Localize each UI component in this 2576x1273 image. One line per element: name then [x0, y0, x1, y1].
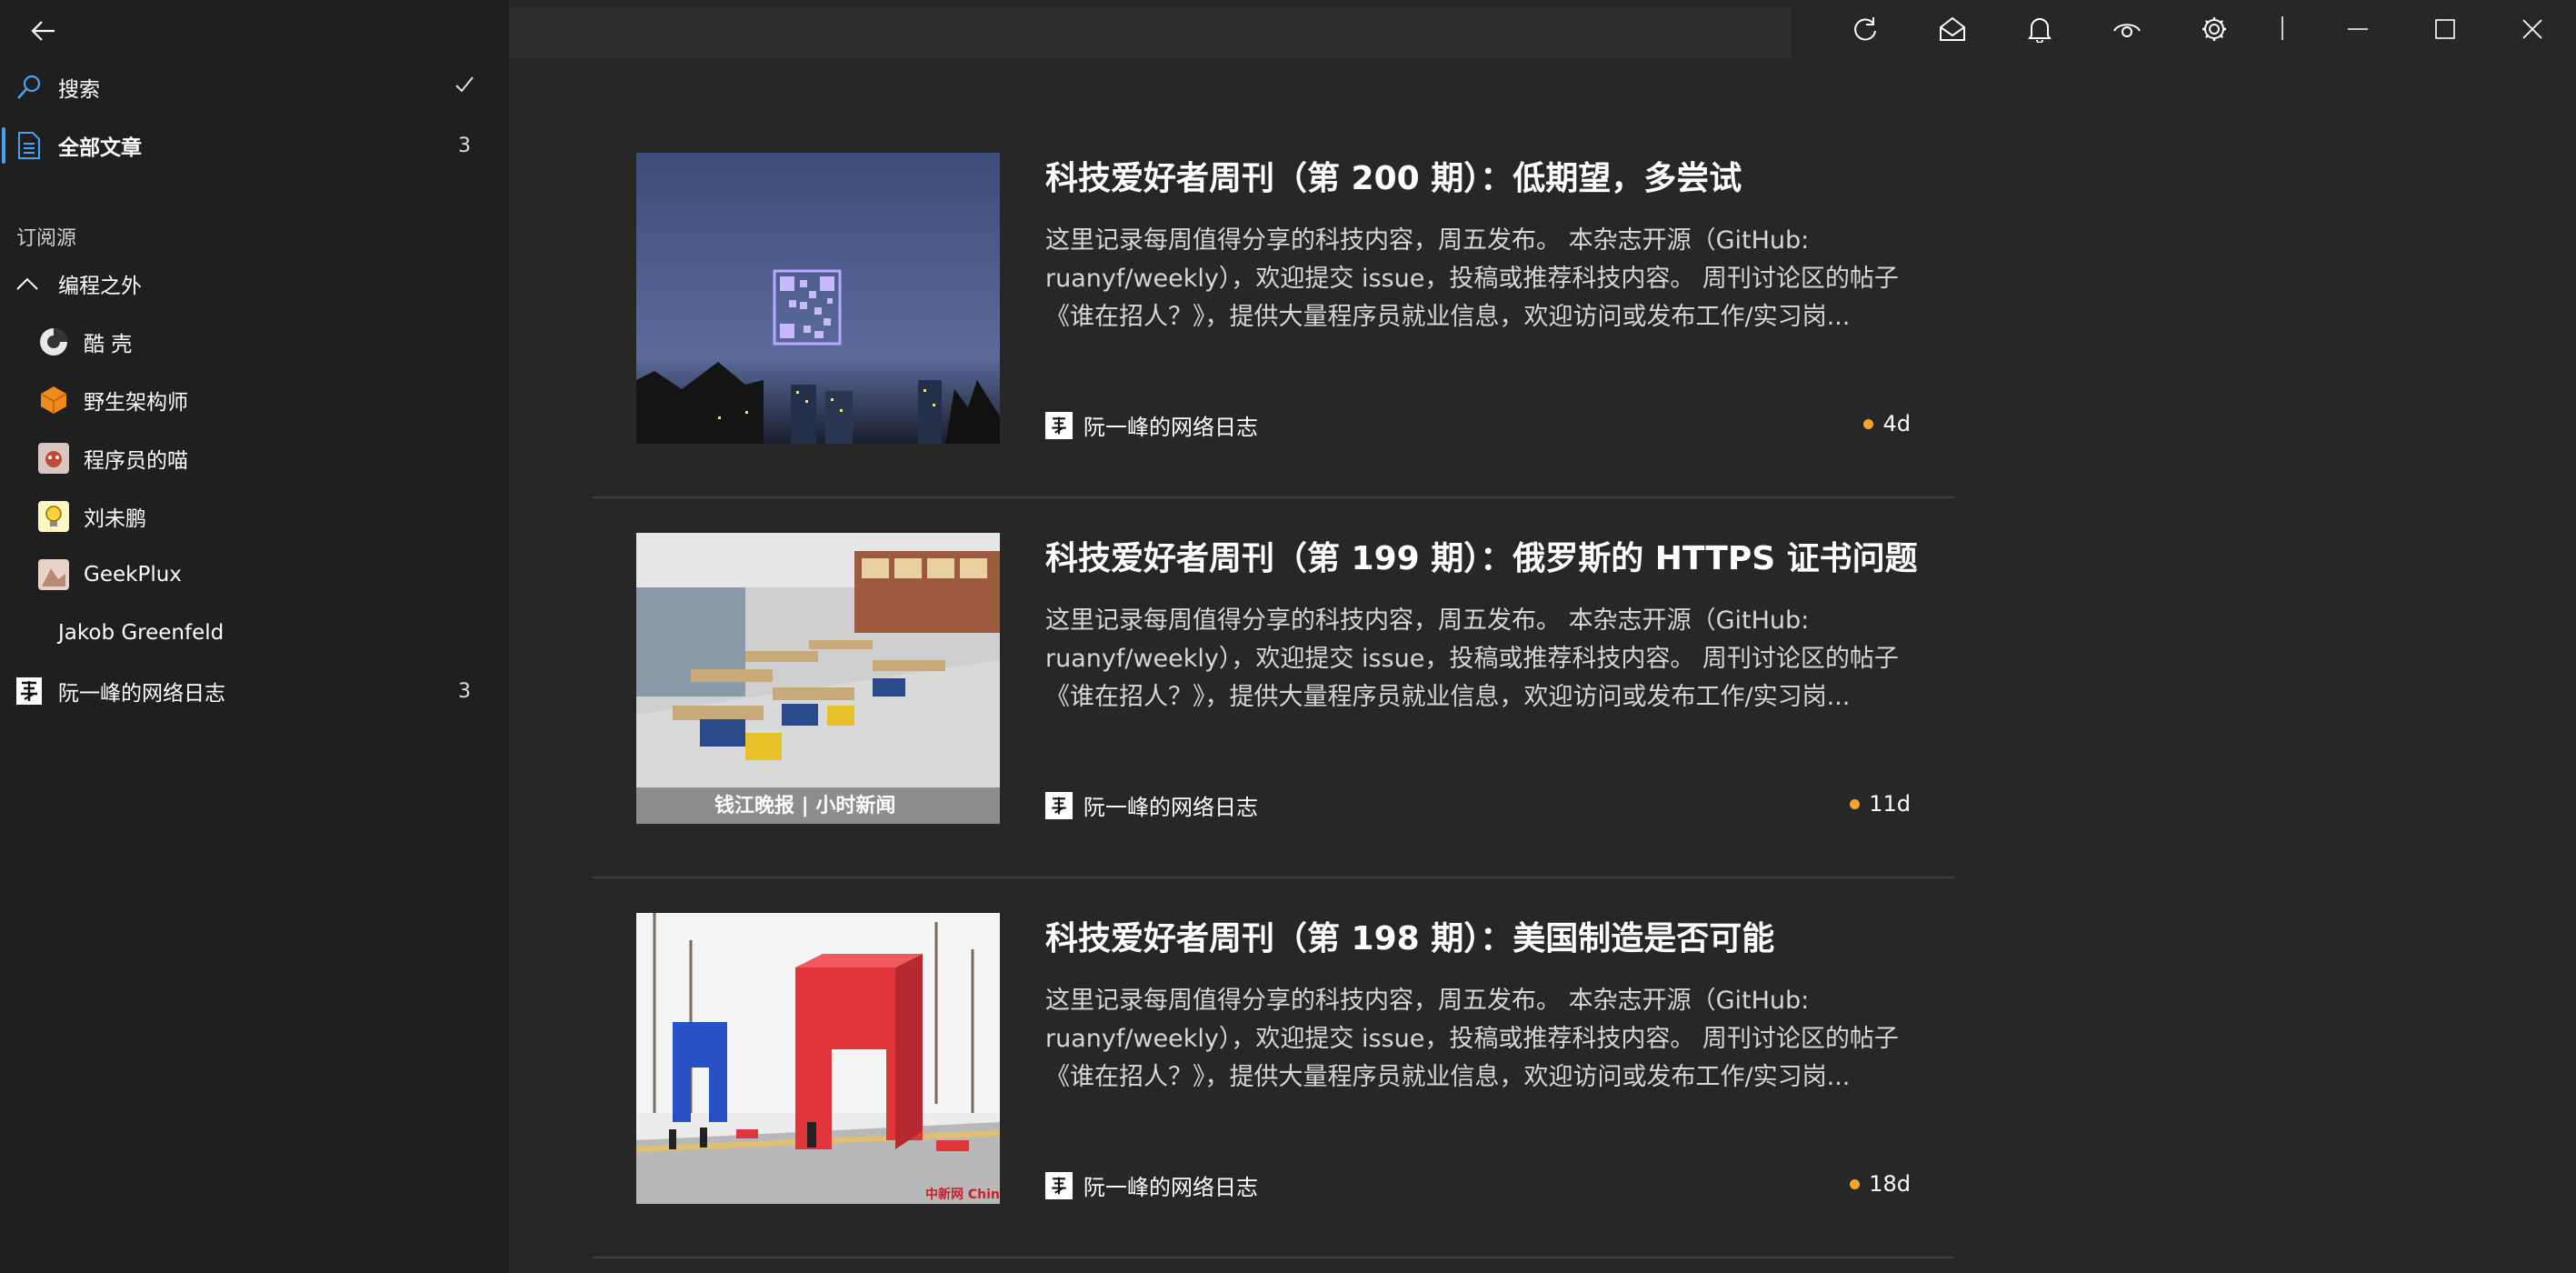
back-arrow-icon: [31, 21, 55, 41]
subscriptions-header: 订阅源: [16, 227, 77, 250]
all-articles-count: 3: [458, 134, 471, 157]
sidebar-item-ruanyf[interactable]: 阮一峰的网络日志 3: [0, 666, 509, 717]
bell-icon: [2028, 18, 2052, 43]
unread-dot-icon: [1850, 1178, 1861, 1189]
article-title[interactable]: 科技爱好者周刊（第 198 期）：美国制造是否可能: [1045, 915, 1954, 964]
maximize-button[interactable]: [2420, 7, 2471, 51]
article-title[interactable]: 科技爱好者周刊（第 200 期）：低期望，多尝试: [1045, 155, 1954, 204]
refresh-icon: [1854, 17, 1876, 41]
checkmark-icon: [454, 75, 474, 100]
article-source[interactable]: 阮一峰的网络日志: [1045, 409, 1258, 441]
search-input[interactable]: [509, 7, 1791, 58]
article-summary: 这里记录每周值得分享的科技内容，周五发布。 本杂志开源（GitHub: ruan…: [1045, 602, 1918, 717]
search-nav-item[interactable]: 搜索: [0, 62, 509, 113]
article-list: 科技爱好者周刊（第 200 期）：低期望，多尝试 这里记录每周值得分享的科技内容…: [593, 118, 1954, 1258]
article-time: 4d: [1882, 411, 1911, 436]
source-name: 阮一峰的网络日志: [1083, 1175, 1258, 1200]
sidebar-item-wild-architect[interactable]: 野生架构师: [0, 375, 509, 426]
article-title[interactable]: 科技爱好者周刊（第 199 期）：俄罗斯的 HTTPS 证书问题: [1045, 535, 1954, 584]
source-name: 阮一峰的网络日志: [1083, 415, 1258, 440]
all-articles-nav-item[interactable]: 全部文章 3: [0, 120, 509, 171]
article-time: 11d: [1869, 791, 1911, 817]
article-thumbnail: 钱江晚报 | 小时新闻: [636, 533, 1000, 824]
ruanyf-logo-icon: [15, 677, 44, 706]
notifications-button[interactable]: [2014, 7, 2065, 51]
feed-label: GeekPlux: [84, 563, 182, 586]
summary-line: 《谁在招人？》，提供大量程序员就业信息，欢迎访问或发布工作/实习岗...: [1045, 683, 1851, 711]
article-summary: 这里记录每周值得分享的科技内容，周五发布。 本杂志开源（GitHub: ruan…: [1045, 222, 1918, 336]
search-icon: [15, 73, 44, 102]
geekplux-avatar-icon: [38, 559, 69, 590]
mail-open-icon: [1940, 16, 1965, 41]
folder-label: 编程之外: [58, 275, 142, 298]
summary-line: ruanyf/weekly），欢迎提交 issue，投稿或推荐科技内容。 周刊讨…: [1045, 645, 1899, 673]
ruanyf-logo-icon: [1045, 1171, 1073, 1199]
source-name: 阮一峰的网络日志: [1083, 795, 1258, 820]
unread-dot-icon: [1850, 798, 1861, 809]
toolbar-divider: [2281, 16, 2283, 40]
article-card[interactable]: 科技爱好者周刊（第 200 期）：低期望，多尝试 这里记录每周值得分享的科技内容…: [593, 118, 1954, 498]
minimize-icon: [2348, 28, 2368, 30]
view-toggle-button[interactable]: [2102, 7, 2152, 51]
sidebar-item-liu-weipeng[interactable]: 刘未鹏: [0, 491, 509, 542]
sidebar: 搜索 全部文章 3 订阅源 编程之外 酷 壳 野生架构师 程序员的喵 刘未鹏 G…: [0, 0, 509, 1273]
thumb-caption: 钱江晚报 | 小时新闻: [714, 794, 895, 817]
title-bar: [509, 0, 2576, 58]
article-summary: 这里记录每周值得分享的科技内容，周五发布。 本杂志开源（GitHub: ruan…: [1045, 982, 1918, 1097]
feed-label: Jakob Greenfeld: [58, 621, 225, 645]
back-button[interactable]: [25, 13, 62, 49]
summary-line: 《谁在招人？》，提供大量程序员就业信息，欢迎访问或发布工作/实习岗...: [1045, 303, 1851, 331]
maximize-icon: [2435, 19, 2455, 39]
lightbulb-icon: [38, 501, 69, 532]
chevron-up-icon[interactable]: [15, 271, 40, 296]
article-source[interactable]: 阮一峰的网络日志: [1045, 789, 1258, 821]
cat-avatar-icon: [38, 443, 69, 474]
thumb-caption: 中新网 Chinanews: [925, 1187, 1000, 1202]
ruanyf-logo-icon: [1045, 791, 1073, 819]
refresh-button[interactable]: [1840, 7, 1891, 51]
summary-line: ruanyf/weekly），欢迎提交 issue，投稿或推荐科技内容。 周刊讨…: [1045, 265, 1899, 293]
summary-line: 这里记录每周值得分享的科技内容，周五发布。 本杂志开源（GitHub:: [1045, 226, 1810, 255]
ruanyf-logo-icon: [1045, 411, 1073, 439]
sidebar-item-geekplux[interactable]: GeekPlux: [0, 549, 509, 600]
article-meta: 11d: [1850, 791, 1911, 817]
all-articles-label: 全部文章: [58, 136, 142, 160]
sidebar-item-programmer-cat[interactable]: 程序员的喵: [0, 433, 509, 484]
settings-button[interactable]: [2189, 7, 2240, 51]
gear-icon: [2202, 17, 2226, 41]
coolshell-icon: [38, 326, 69, 357]
article-meta: 18d: [1850, 1171, 1911, 1197]
ruanyf-label: 阮一峰的网络日志: [58, 682, 225, 706]
close-button[interactable]: [2507, 7, 2558, 51]
summary-line: 这里记录每周值得分享的科技内容，周五发布。 本杂志开源（GitHub:: [1045, 606, 1810, 635]
summary-line: 《谁在招人？》，提供大量程序员就业信息，欢迎访问或发布工作/实习岗...: [1045, 1063, 1851, 1091]
article-source[interactable]: 阮一峰的网络日志: [1045, 1169, 1258, 1201]
article-time: 18d: [1869, 1171, 1911, 1197]
summary-line: 这里记录每周值得分享的科技内容，周五发布。 本杂志开源（GitHub:: [1045, 987, 1810, 1015]
feed-label: 刘未鹏: [84, 507, 146, 531]
eye-icon: [2113, 24, 2141, 37]
article-thumbnail: 中新网 Chinanews: [636, 913, 1000, 1204]
article-meta: 4d: [1863, 411, 1911, 436]
article-card[interactable]: 钱江晚报 | 小时新闻 科技爱好者周刊（第 199 期）：俄罗斯的 HTTPS …: [593, 498, 1954, 878]
orange-cube-icon: [38, 385, 69, 416]
document-icon: [15, 131, 44, 160]
ruanyf-count: 3: [458, 679, 471, 703]
folder-programming-outside[interactable]: 编程之外: [0, 260, 509, 307]
feed-label: 酷 壳: [84, 333, 133, 356]
feed-label: 程序员的喵: [84, 449, 188, 473]
divider: [593, 1257, 1954, 1258]
article-card[interactable]: 中新网 Chinanews 科技爱好者周刊（第 198 期）：美国制造是否可能 …: [593, 878, 1954, 1258]
minimize-button[interactable]: [2332, 7, 2383, 51]
search-label: 搜索: [58, 78, 100, 102]
feed-label: 野生架构师: [84, 391, 188, 415]
sidebar-item-coolshell[interactable]: 酷 壳: [0, 316, 509, 367]
summary-line: ruanyf/weekly），欢迎提交 issue，投稿或推荐科技内容。 周刊讨…: [1045, 1025, 1899, 1053]
close-icon: [2522, 19, 2542, 39]
mark-all-read-button[interactable]: [1927, 7, 1978, 51]
sidebar-item-jakob-greenfeld[interactable]: Jakob Greenfeld: [0, 607, 509, 658]
article-thumbnail: [636, 153, 1000, 444]
unread-dot-icon: [1863, 418, 1874, 429]
